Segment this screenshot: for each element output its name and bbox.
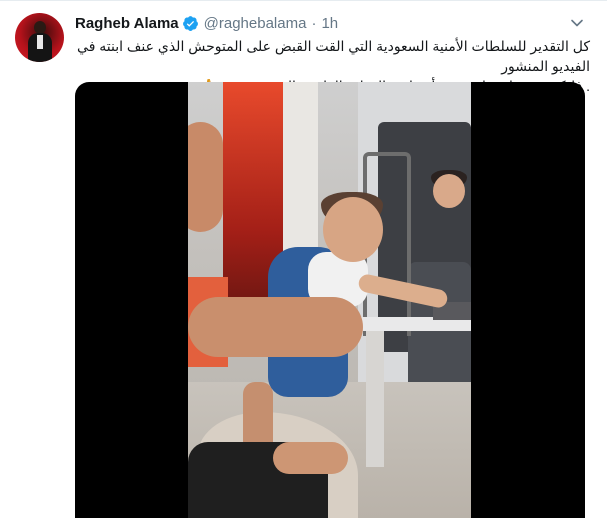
video-player[interactable] xyxy=(75,82,585,518)
author-handle[interactable]: @raghebalama xyxy=(204,15,307,32)
tweet-text-line-1: كل التقدير للسلطات الأمنية السعودية التي… xyxy=(77,38,590,74)
video-table-leg xyxy=(366,327,384,467)
avatar-figure-shirt xyxy=(37,35,43,49)
video-adult-arm xyxy=(188,297,363,357)
video-adult-foot xyxy=(273,442,348,474)
tweet-header: Ragheb Alama @raghebalama · 1h xyxy=(75,13,338,33)
video-baby-head xyxy=(323,197,383,262)
verified-badge-icon xyxy=(182,15,199,32)
video-child-face xyxy=(433,174,465,208)
separator-dot: · xyxy=(311,14,317,32)
tweet-card: Ragheb Alama @raghebalama · 1h كل التقدي… xyxy=(0,0,607,518)
tweet-timestamp[interactable]: 1h xyxy=(321,15,338,32)
author-avatar[interactable] xyxy=(15,13,64,62)
video-frame xyxy=(188,82,471,518)
chevron-down-icon[interactable] xyxy=(568,14,586,32)
video-adult-head xyxy=(188,122,223,232)
divider xyxy=(0,0,607,1)
author-name[interactable]: Ragheb Alama xyxy=(75,15,179,32)
